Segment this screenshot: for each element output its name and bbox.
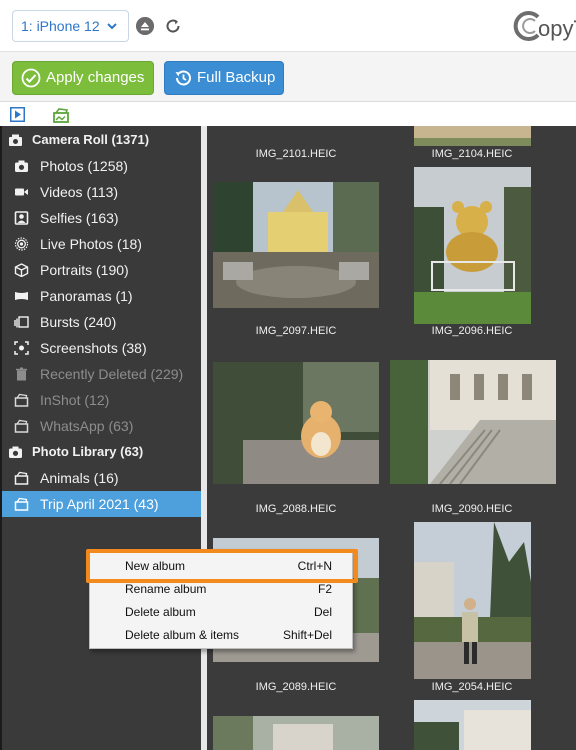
sidebar-item-inshot[interactable]: InShot (12) — [2, 387, 201, 413]
device-dropdown-label: 1: iPhone 12 — [21, 18, 100, 34]
sidebar-item-portraits[interactable]: Portraits (190) — [2, 257, 201, 283]
apply-changes-button[interactable]: Apply changes — [12, 61, 154, 95]
sidebar-item-label: Portraits (190) — [40, 262, 129, 278]
video-icon — [15, 188, 28, 196]
photo-thumbnail[interactable] — [213, 362, 379, 484]
album-sidebar: Camera Roll (1371) Photos (1258) Videos … — [0, 126, 201, 750]
sidebar-item-photos[interactable]: Photos (1258) — [2, 153, 201, 179]
photo-thumbnail[interactable] — [390, 360, 556, 484]
sidebar-item-label: Camera Roll (1371) — [32, 132, 150, 147]
sidebar-item-label: Screenshots (38) — [40, 340, 147, 356]
menu-item-shortcut: Del — [313, 605, 332, 619]
sidebar-item-label: Selfies (163) — [40, 210, 119, 226]
sidebar-item-label: Bursts (240) — [40, 314, 117, 330]
photo-caption: IMG_2101.HEIC — [255, 148, 337, 160]
copytrans-logo: opyT — [510, 8, 576, 48]
album-icon — [14, 497, 29, 511]
camera-icon — [9, 446, 22, 458]
sidebar-item-recently-deleted[interactable]: Recently Deleted (229) — [2, 361, 201, 387]
history-icon — [175, 70, 191, 86]
refresh-icon[interactable] — [164, 17, 182, 35]
sidebar-item-bursts[interactable]: Bursts (240) — [2, 309, 201, 335]
album-view-icon[interactable] — [52, 107, 70, 123]
menu-item-label: Delete album & items — [125, 628, 240, 642]
sidebar-item-screenshots[interactable]: Screenshots (38) — [2, 335, 201, 361]
action-bar: Apply changes Full Backup — [0, 52, 576, 102]
album-icon — [14, 419, 29, 433]
photo-thumbnail[interactable] — [414, 700, 531, 750]
sidebar-item-label: Photos (1258) — [40, 158, 128, 174]
logo-text: opyT — [538, 16, 576, 41]
menu-item-label: Delete album — [125, 605, 196, 619]
menu-item-delete-album-and-items[interactable]: Delete album & items Shift+Del — [90, 624, 352, 647]
chevron-down-icon — [107, 23, 117, 30]
apply-changes-label: Apply changes — [46, 69, 145, 86]
new-album-highlight-frame — [86, 549, 358, 583]
sidebar-item-label: Live Photos (18) — [40, 236, 142, 252]
sidebar-item-camera-roll[interactable]: Camera Roll (1371) — [2, 127, 201, 153]
check-circle-icon — [21, 68, 41, 88]
panorama-icon — [15, 292, 28, 300]
photo-thumbnail[interactable] — [213, 126, 379, 132]
cube-icon — [14, 263, 29, 277]
menu-item-delete-album[interactable]: Delete album Del — [90, 601, 352, 624]
photo-caption: IMG_2097.HEIC — [255, 325, 337, 337]
sidebar-item-videos[interactable]: Videos (113) — [2, 179, 201, 205]
sidebar-item-label: Recently Deleted (229) — [40, 366, 184, 382]
sidebar-item-label: WhatsApp (63) — [40, 418, 134, 434]
eject-icon[interactable] — [136, 17, 154, 35]
device-dropdown[interactable]: 1: iPhone 12 — [12, 10, 129, 42]
sidebar-item-label: InShot (12) — [40, 392, 110, 408]
trash-icon — [16, 367, 27, 381]
sidebar-item-photo-library[interactable]: Photo Library (63) — [2, 439, 201, 465]
photo-gallery: IMG_2101.HEIC IMG_2104.HEIC IMG_2097.HEI… — [207, 126, 576, 750]
camera-roll-icon — [9, 134, 22, 146]
photo-thumbnail[interactable] — [414, 167, 531, 324]
sidebar-item-animals[interactable]: Animals (16) — [2, 465, 201, 491]
sidebar-item-selfies[interactable]: Selfies (163) — [2, 205, 201, 231]
sidebar-item-whatsapp[interactable]: WhatsApp (63) — [2, 413, 201, 439]
album-icon — [14, 393, 29, 407]
sidebar-item-live-photos[interactable]: Live Photos (18) — [2, 231, 201, 257]
sidebar-item-panoramas[interactable]: Panoramas (1) — [2, 283, 201, 309]
full-backup-button[interactable]: Full Backup — [164, 61, 284, 95]
photo-thumbnail[interactable] — [414, 522, 531, 679]
sidebar-item-label: Videos (113) — [40, 184, 119, 200]
photo-caption: IMG_2089.HEIC — [255, 681, 337, 693]
full-backup-label: Full Backup — [197, 69, 276, 86]
photo-thumbnail[interactable] — [414, 126, 531, 146]
photo-caption: IMG_2054.HEIC — [431, 681, 513, 693]
selfie-icon — [14, 211, 29, 225]
photo-caption: IMG_2088.HEIC — [255, 503, 337, 515]
sidebar-item-label: Animals (16) — [40, 470, 119, 486]
album-icon — [14, 471, 29, 485]
screenshot-icon — [14, 341, 29, 355]
menu-item-shortcut: Shift+Del — [282, 628, 332, 642]
sidebar-item-label: Panoramas (1) — [40, 288, 133, 304]
photo-caption: IMG_2090.HEIC — [431, 503, 513, 515]
top-bar: 1: iPhone 12 opyT — [0, 0, 576, 52]
live-photo-icon — [14, 237, 29, 251]
sidebar-item-label: Trip April 2021 (43) — [40, 496, 159, 512]
photo-caption: IMG_2104.HEIC — [431, 148, 513, 160]
sidebar-item-trip-april-2021[interactable]: Trip April 2021 (43) — [2, 491, 201, 517]
photo-thumbnail[interactable] — [213, 182, 379, 308]
play-view-icon[interactable] — [10, 107, 25, 122]
sidebar-item-label: Photo Library (63) — [32, 444, 144, 459]
camera-icon — [15, 160, 28, 172]
burst-icon — [14, 316, 29, 328]
photo-thumbnail[interactable] — [213, 716, 379, 750]
view-toggle-row — [0, 102, 205, 126]
photo-caption: IMG_2096.HEIC — [431, 325, 513, 337]
